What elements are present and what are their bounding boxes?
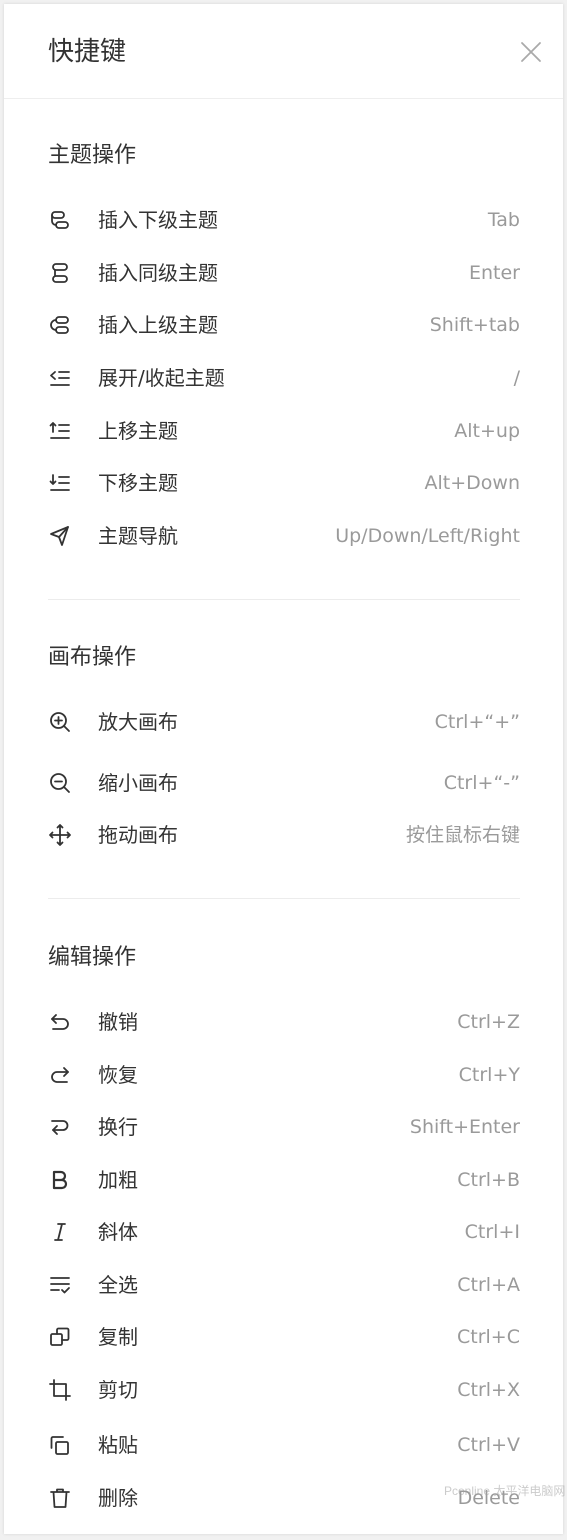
zoom-in-icon (48, 710, 72, 734)
shortcut-label: 加粗 (98, 1168, 138, 1192)
expand-collapse-icon (48, 366, 72, 390)
navigate-icon (48, 524, 72, 548)
shortcut-row-bold[interactable]: 加粗 Ctrl+B (48, 1163, 520, 1197)
shortcut-label: 删除 (98, 1486, 138, 1510)
shortcut-label: 剪切 (98, 1378, 138, 1402)
shortcut-row-zoom-in[interactable]: 放大画布 Ctrl+“+” (48, 705, 520, 739)
shortcut-label: 插入同级主题 (98, 261, 218, 285)
shortcut-key: 按住鼠标右键 (405, 824, 520, 846)
shortcut-label: 撤销 (98, 1010, 138, 1034)
shortcut-row-undo[interactable]: 撤销 Ctrl+Z (48, 1005, 520, 1039)
undo-icon (48, 1010, 72, 1034)
move-down-icon (48, 471, 72, 495)
shortcut-label: 粘贴 (98, 1433, 138, 1457)
watermark-logo: Pconline 太平洋电脑网 (444, 1484, 566, 1498)
shortcut-key: Ctrl+V (457, 1434, 520, 1456)
shortcuts-panel: 快捷键 主题操作 插入下级主题 Tab 插入同级主题 Enter 插入上级主题 … (4, 4, 566, 1534)
delete-icon (48, 1486, 72, 1510)
shortcut-key: / (513, 367, 520, 389)
shortcut-row-navigate[interactable]: 主题导航 Up/Down/Left/Right (48, 519, 520, 553)
shortcut-row-select-all[interactable]: 全选 Ctrl+A (48, 1268, 520, 1302)
shortcut-key: Ctrl+I (464, 1221, 520, 1243)
shortcut-label: 换行 (98, 1115, 138, 1139)
panel-header: 快捷键 (4, 4, 563, 99)
bold-icon (48, 1168, 72, 1192)
shortcut-label: 复制 (98, 1325, 138, 1349)
shortcut-row-italic[interactable]: 斜体 Ctrl+I (48, 1215, 520, 1249)
insert-child-icon (48, 208, 72, 232)
shortcut-label: 展开/收起主题 (98, 366, 225, 390)
insert-parent-icon (48, 313, 72, 337)
shortcut-row-move-up[interactable]: 上移主题 Alt+up (48, 414, 520, 448)
shortcut-key: Ctrl+Y (458, 1064, 520, 1086)
select-all-icon (48, 1273, 72, 1297)
shortcut-row-zoom-out[interactable]: 缩小画布 Ctrl+“-” (48, 766, 520, 800)
shortcut-key: Ctrl+B (457, 1169, 520, 1191)
shortcut-key: Alt+up (454, 420, 520, 442)
shortcut-key: Ctrl+“-” (443, 772, 520, 794)
shortcut-row-insert-parent[interactable]: 插入上级主题 Shift+tab (48, 308, 520, 342)
move-canvas-icon (48, 823, 72, 847)
insert-sibling-icon (48, 261, 72, 285)
shortcut-row-line-break[interactable]: 换行 Shift+Enter (48, 1110, 520, 1144)
shortcut-row-redo[interactable]: 恢复 Ctrl+Y (48, 1058, 520, 1092)
redo-icon (48, 1063, 72, 1087)
shortcut-key: Shift+tab (429, 314, 520, 336)
shortcut-key: Ctrl+A (457, 1274, 520, 1296)
shortcut-label: 插入下级主题 (98, 208, 218, 232)
shortcut-label: 下移主题 (98, 471, 178, 495)
shortcut-row-move-down[interactable]: 下移主题 Alt+Down (48, 466, 520, 500)
line-break-icon (48, 1115, 72, 1139)
section-title-canvas-ops: 画布操作 (48, 645, 137, 670)
shortcut-label: 斜体 (98, 1220, 138, 1244)
shortcut-label: 上移主题 (98, 419, 178, 443)
shortcut-key: Tab (487, 209, 520, 231)
shortcut-row-cut[interactable]: 剪切 Ctrl+X (48, 1373, 520, 1407)
shortcut-key: Ctrl+Z (457, 1011, 520, 1033)
shortcut-row-copy[interactable]: 复制 Ctrl+C (48, 1320, 520, 1354)
shortcut-label: 插入上级主题 (98, 313, 218, 337)
crop-cut-icon (48, 1378, 72, 1402)
shortcut-label: 放大画布 (98, 710, 178, 734)
shortcut-label: 恢复 (98, 1063, 138, 1087)
close-icon[interactable] (518, 39, 544, 65)
section-title-topic-ops: 主题操作 (48, 143, 137, 168)
section-divider (48, 599, 520, 600)
move-up-icon (48, 419, 72, 443)
shortcut-key: Enter (469, 262, 520, 284)
shortcut-label: 拖动画布 (98, 823, 178, 847)
section-title-edit-ops: 编辑操作 (48, 945, 137, 970)
copy-icon (48, 1325, 72, 1349)
panel-title: 快捷键 (48, 37, 127, 67)
shortcut-key: Ctrl+X (457, 1379, 520, 1401)
shortcut-key: Ctrl+“+” (434, 711, 520, 733)
shortcut-row-paste[interactable]: 粘贴 Ctrl+V (48, 1428, 520, 1462)
shortcut-key: Up/Down/Left/Right (335, 525, 520, 547)
shortcut-row-insert-sibling[interactable]: 插入同级主题 Enter (48, 256, 520, 290)
shortcut-label: 全选 (98, 1273, 138, 1297)
shortcut-label: 主题导航 (98, 524, 178, 548)
shortcut-key: Ctrl+C (457, 1326, 520, 1348)
shortcut-row-expand-collapse[interactable]: 展开/收起主题 / (48, 361, 520, 395)
zoom-out-icon (48, 771, 72, 795)
section-divider (48, 898, 520, 899)
shortcut-row-drag-canvas[interactable]: 拖动画布 按住鼠标右键 (48, 818, 520, 852)
paste-icon (48, 1433, 72, 1457)
shortcut-key: Alt+Down (424, 472, 520, 494)
shortcut-row-insert-child[interactable]: 插入下级主题 Tab (48, 203, 520, 237)
shortcut-key: Shift+Enter (409, 1116, 520, 1138)
italic-icon (48, 1220, 72, 1244)
shortcut-label: 缩小画布 (98, 771, 178, 795)
